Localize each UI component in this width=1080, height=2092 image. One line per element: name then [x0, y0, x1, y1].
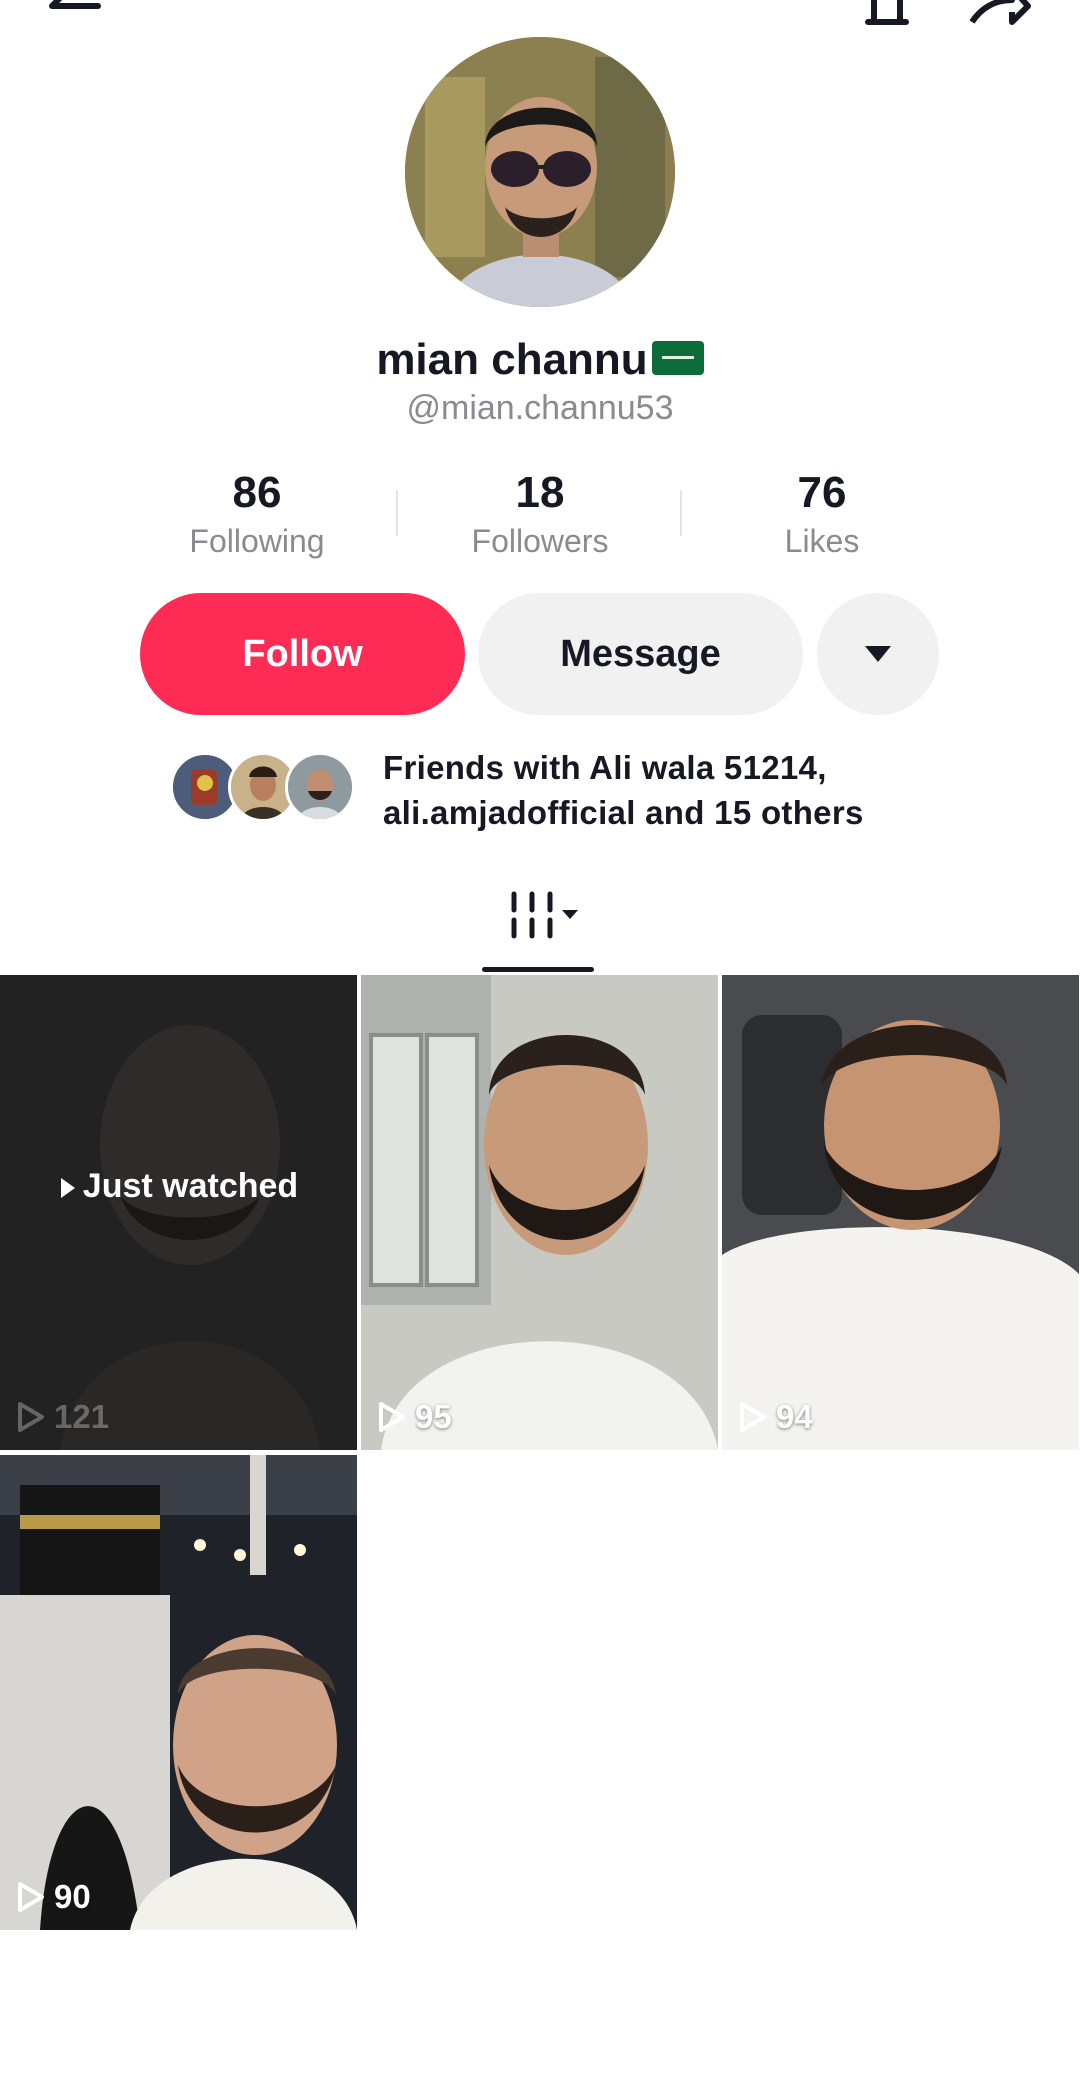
view-count-text: 95 [415, 1398, 452, 1435]
triangle-down-icon [865, 646, 891, 662]
display-name: mian channu [0, 332, 1080, 388]
stat-likes[interactable]: 76 Likes [702, 465, 942, 561]
view-count-text: 121 [54, 1398, 110, 1435]
stat-following[interactable]: 86 Following [137, 465, 377, 561]
video-thumbnail [0, 1455, 357, 1930]
stat-divider [396, 490, 398, 536]
back-arrow-icon[interactable] [40, 0, 110, 32]
view-count-text: 94 [776, 1398, 813, 1435]
just-watched-label: Just watched [0, 1167, 357, 1206]
tab-videos[interactable] [506, 890, 586, 951]
play-outline-icon [18, 1882, 44, 1912]
profile-avatar[interactable] [405, 37, 675, 307]
play-outline-icon [740, 1402, 766, 1432]
view-count: 94 [738, 1398, 813, 1436]
view-count: 90 [16, 1878, 91, 1916]
stat-value: 76 [797, 468, 847, 517]
flag-icon [651, 341, 704, 376]
follow-button[interactable]: Follow [140, 593, 465, 715]
play-outline-icon [18, 1402, 44, 1432]
video-tile[interactable]: 95 [361, 975, 718, 1450]
username-handle: @mian.channu53 [406, 389, 674, 427]
play-outline-icon [379, 1402, 405, 1432]
more-options-button[interactable] [817, 593, 939, 715]
mutual-friends-text[interactable]: Friends with Ali wala 51214, ali.amjadof… [383, 745, 1023, 835]
stat-followers[interactable]: 18 Followers [420, 465, 660, 561]
view-count-text: 90 [54, 1878, 91, 1915]
video-thumbnail [722, 975, 1079, 1450]
stat-value: 18 [515, 468, 565, 517]
video-tile[interactable]: Just watched 121 [0, 975, 357, 1450]
stat-divider [680, 490, 682, 536]
tab-active-indicator [482, 967, 594, 972]
just-watched-text: Just watched [82, 1167, 299, 1205]
stat-value: 86 [232, 468, 282, 517]
view-count: 95 [377, 1398, 452, 1436]
view-count: 121 [16, 1398, 109, 1436]
share-arrow-icon[interactable] [962, 0, 1032, 32]
play-icon [60, 1178, 75, 1199]
stat-label: Following [189, 523, 325, 559]
video-grid-icon [511, 891, 578, 939]
stat-label: Likes [784, 523, 860, 559]
video-thumbnail [361, 975, 718, 1450]
video-tile[interactable]: 94 [722, 975, 1079, 1450]
video-thumbnail [0, 975, 357, 1450]
stat-label: Followers [471, 523, 609, 559]
display-name-text: mian channu [376, 335, 648, 384]
bell-icon[interactable] [852, 0, 922, 32]
video-tile[interactable]: 90 [0, 1455, 357, 1930]
friends-line-2: ali.amjadofficial and 15 others [383, 794, 864, 831]
friends-line-1: Friends with Ali wala 51214, [383, 749, 827, 786]
message-button[interactable]: Message [478, 593, 803, 715]
friend-avatar [285, 752, 355, 822]
